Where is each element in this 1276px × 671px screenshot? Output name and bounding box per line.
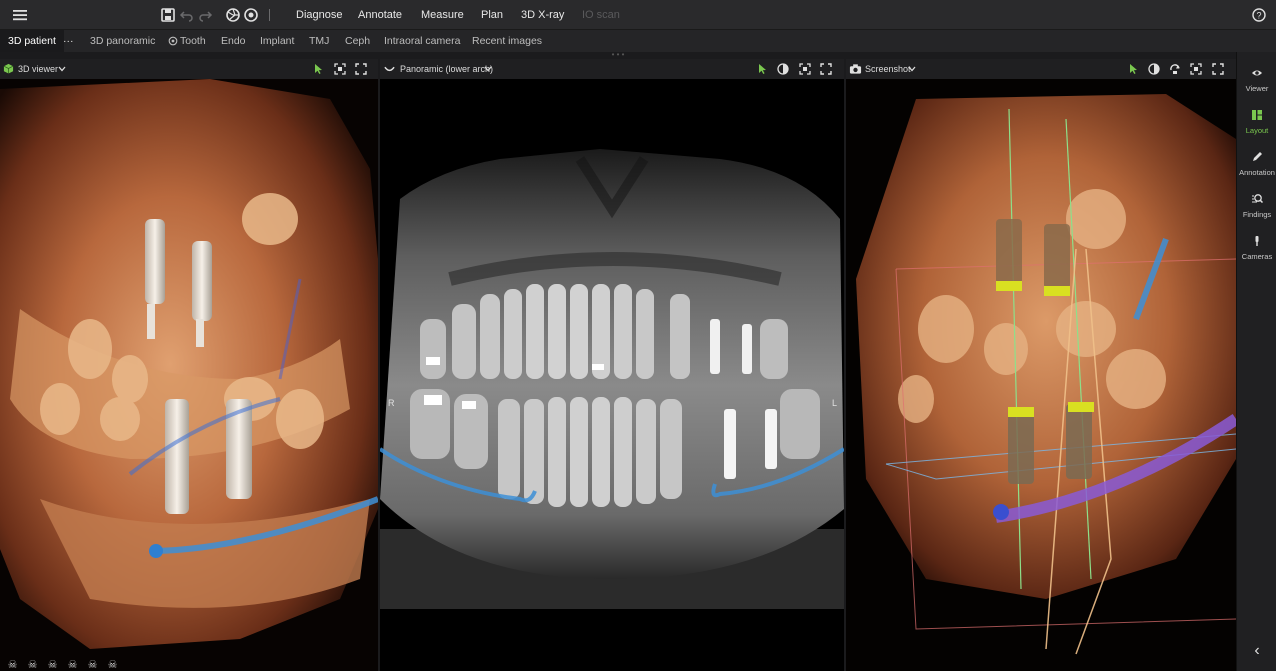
sidebar-item-label: Viewer — [1245, 84, 1269, 93]
render-3d-volume[interactable] — [0, 79, 378, 671]
pane-panoramic-header: Panoramic (lower arch) — [380, 59, 844, 79]
right-sidebar: Viewer Layout Annotation Findings Camera… — [1236, 52, 1276, 671]
sidebar-item-viewer[interactable]: Viewer — [1237, 60, 1276, 100]
camera-probe-icon — [1255, 236, 1259, 246]
undo-icon[interactable] — [179, 7, 195, 23]
tab-endo[interactable]: Endo — [221, 30, 246, 52]
pointer-icon[interactable] — [1127, 63, 1139, 75]
pencil-icon — [1253, 152, 1262, 161]
top-menubar: Diagnose Annotate Measure Plan 3D X-ray … — [0, 0, 1276, 30]
splitter-handle[interactable]: • • • — [610, 51, 626, 59]
contrast-icon[interactable] — [1148, 63, 1160, 75]
tab-ceph[interactable]: Ceph — [345, 30, 370, 52]
cube-icon — [3, 63, 14, 74]
hamburger-menu-icon[interactable] — [12, 7, 28, 23]
camera-icon — [849, 64, 862, 74]
screenshot-view[interactable] — [846, 79, 1236, 671]
menu-plan[interactable]: Plan — [481, 0, 503, 30]
skull-top-icon[interactable]: ☠ — [106, 659, 119, 671]
sidebar-item-label: Findings — [1242, 210, 1272, 219]
findings-search-icon — [1252, 194, 1263, 204]
tab-tmj[interactable]: TMJ — [309, 30, 329, 52]
tooth-icon — [168, 36, 178, 46]
view-orientation-icons: ☠ ☠ ☠ ☠ ☠ ☠ — [6, 655, 126, 671]
tab-more-button[interactable]: ··· — [63, 30, 74, 52]
skull-back-icon[interactable]: ☠ — [86, 659, 99, 671]
sidebar-item-layout[interactable]: Layout — [1237, 102, 1276, 142]
menu-annotate[interactable]: Annotate — [358, 0, 402, 30]
pane-panoramic-title[interactable]: Panoramic (lower arch) — [400, 59, 493, 79]
sidebar-item-label: Layout — [1245, 126, 1269, 135]
skull-side-icon[interactable]: ☠ — [46, 659, 59, 671]
sidebar-item-label: Cameras — [1241, 252, 1273, 261]
panoramic-xray-image: R L — [380, 79, 844, 671]
fit-view-icon[interactable] — [799, 63, 811, 75]
fit-view-icon[interactable] — [334, 63, 346, 75]
fullscreen-icon[interactable] — [820, 63, 832, 75]
redo-icon[interactable] — [197, 7, 213, 23]
skull-front-icon[interactable]: ☠ — [6, 659, 19, 671]
sidebar-item-label: Annotation — [1239, 168, 1275, 177]
nerve-endpoint — [149, 544, 163, 558]
contrast-icon[interactable] — [777, 63, 789, 75]
fullscreen-icon[interactable] — [1212, 63, 1224, 75]
target-icon[interactable] — [243, 7, 259, 23]
svg-text:?: ? — [1256, 11, 1261, 21]
menu-measure[interactable]: Measure — [421, 0, 464, 30]
chevron-down-icon[interactable] — [58, 66, 66, 72]
pane-panoramic: Panoramic (lower arch) R L — [380, 59, 844, 671]
menu-3d-xray[interactable]: 3D X-ray — [521, 0, 564, 30]
sidebar-item-findings[interactable]: Findings — [1237, 186, 1276, 226]
rotate-view-icon[interactable] — [1169, 63, 1181, 75]
help-icon[interactable]: ? — [1251, 7, 1267, 23]
orientation-label-left: L — [832, 398, 837, 408]
pane-screenshot: Screenshot — [846, 59, 1236, 671]
pane-screenshot-header: Screenshot — [846, 59, 1236, 79]
menu-diagnose[interactable]: Diagnose — [296, 0, 342, 30]
pointer-icon[interactable] — [756, 63, 768, 75]
tab-intraoral-camera[interactable]: Intraoral camera — [384, 30, 460, 52]
tab-tooth[interactable]: Tooth — [180, 30, 206, 52]
volume-render-image — [0, 79, 378, 671]
pane-screenshot-title[interactable]: Screenshot — [865, 59, 911, 79]
layout-icon — [1252, 110, 1262, 120]
pane-3d-viewer: 3D viewer — [0, 59, 378, 671]
menu-io-scan: IO scan — [582, 9, 620, 21]
fullscreen-icon[interactable] — [355, 63, 367, 75]
sidebar-collapse-button[interactable]: ‹ — [1237, 642, 1276, 660]
skull-front-icon[interactable]: ☠ — [26, 659, 39, 671]
fit-view-icon[interactable] — [1190, 63, 1202, 75]
aperture-icon[interactable] — [225, 7, 241, 23]
arch-icon — [384, 66, 395, 72]
orientation-label-right: R — [388, 398, 395, 408]
skull-side-icon[interactable]: ☠ — [66, 659, 79, 671]
pane-3d-viewer-header: 3D viewer — [0, 59, 378, 79]
menubar-divider — [269, 9, 270, 21]
skull-volume — [856, 94, 1236, 599]
eye-icon — [1252, 70, 1262, 76]
nerve-endpoint — [993, 504, 1009, 520]
sidebar-item-annotation[interactable]: Annotation — [1237, 144, 1276, 184]
patient-tabbar: 3D patient ··· 3D panoramic Tooth Endo I… — [0, 30, 1276, 52]
save-icon[interactable] — [160, 7, 176, 23]
sidebar-item-cameras[interactable]: Cameras — [1237, 228, 1276, 268]
screenshot-image — [846, 79, 1236, 671]
tab-3d-patient[interactable]: 3D patient — [0, 30, 64, 52]
panoramic-xray-view[interactable]: R L — [380, 79, 844, 671]
pane-3d-viewer-title[interactable]: 3D viewer — [18, 59, 58, 79]
tab-recent-images[interactable]: Recent images — [472, 30, 542, 52]
chevron-down-icon[interactable] — [484, 66, 492, 72]
chevron-down-icon[interactable] — [908, 66, 916, 72]
tab-3d-panoramic[interactable]: 3D panoramic — [90, 30, 155, 52]
pointer-icon[interactable] — [312, 63, 324, 75]
tab-implant[interactable]: Implant — [260, 30, 294, 52]
